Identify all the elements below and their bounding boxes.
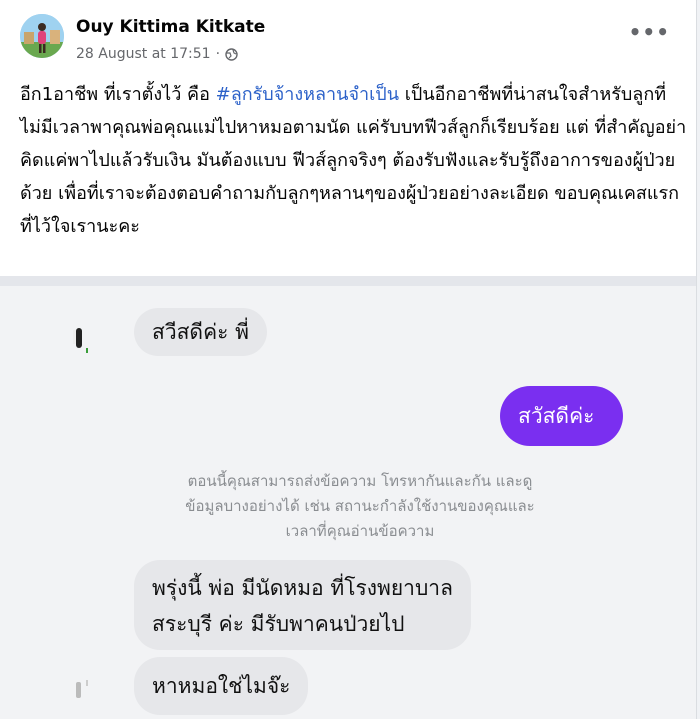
chat-screenshot: สวีสดีค่ะ พี่ สวัสดีค่ะ ตอนนี้คุณสามารถส… — [0, 276, 696, 719]
post-card: Ouy Kittima Kitkate 28 August at 17:51 ·… — [0, 0, 697, 719]
contact-avatar — [70, 326, 92, 354]
incoming-message-multiline: พรุ่งนี้ พ่อ มีนัดหมอ ที่โรงพยาบาล สระบุ… — [134, 560, 471, 650]
post-timestamp[interactable]: 28 August at 17:51 — [76, 46, 211, 62]
author-avatar[interactable] — [20, 14, 64, 58]
message-line: พรุ่งนี้ พ่อ มีนัดหมอ ที่โรงพยาบาล — [152, 576, 453, 600]
author-name[interactable]: Ouy Kittima Kitkate — [76, 17, 265, 37]
post-text-start: อีก1อาชีพ ที่เราตั้งไว้ คือ — [20, 84, 216, 105]
message-line: สระบุรี ค่ะ มีรับพาคนป่วยไป — [152, 612, 405, 636]
post-meta: 28 August at 17:51 · — [76, 46, 238, 62]
post-text-rest: เป็นอีกอาชีพที่น่าสนใจสำหรับลูกที่ไม่มีเ… — [20, 84, 687, 237]
contact-avatar — [70, 678, 92, 706]
system-notice-line: เวลาที่คุณอ่านข้อความ — [285, 522, 435, 540]
incoming-message: หาหมอใช่ไมจ๊ะ — [134, 657, 309, 715]
system-notice-line: ตอนนี้คุณสามารถส่งข้อความ โทรหากันและกัน… — [187, 472, 533, 490]
incoming-message: สวีสดีค่ะ พี่ — [134, 308, 267, 356]
hashtag-link[interactable]: #ลูกรับจ้างหลานจำเป็น — [216, 84, 399, 105]
globe-icon — [225, 47, 238, 61]
outgoing-message: สวัสดีค่ะ — [500, 386, 623, 446]
post-body: อีก1อาชีพ ที่เราตั้งไว้ คือ #ลูกรับจ้างห… — [20, 78, 688, 243]
post-header: Ouy Kittima Kitkate 28 August at 17:51 ·… — [20, 14, 680, 66]
chat-area: สวีสดีค่ะ พี่ สวัสดีค่ะ ตอนนี้คุณสามารถส… — [0, 286, 696, 719]
meta-separator: · — [215, 46, 221, 62]
system-notice-line: ข้อมูลบางอย่างได้ เช่น สถานะกำลังใช้งานข… — [185, 497, 535, 515]
more-options-icon[interactable]: ••• — [629, 20, 670, 44]
